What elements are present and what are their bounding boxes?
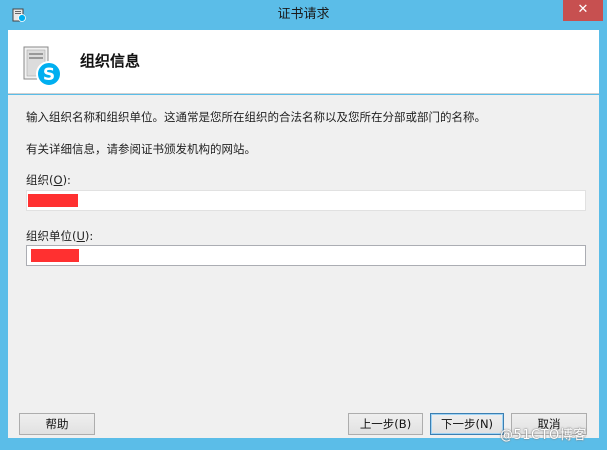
wizard-content: 输入组织名称和组织单位。这通常是您所在组织的合法名称以及您所在分部或部门的名称。… (8, 95, 599, 438)
organization-field[interactable] (26, 190, 586, 211)
next-button[interactable]: 下一步(N) (430, 413, 504, 435)
organization-label: 组织(O): (26, 173, 71, 187)
redaction-mark (28, 194, 78, 207)
skype-certificate-icon: S (23, 46, 62, 87)
redaction-mark (31, 249, 79, 262)
certificate-request-dialog: 证书请求 ✕ S 组织信息 输入组织名称和组织单位。这通常是您所在组织的合法名称… (0, 0, 607, 450)
organization-input[interactable] (27, 191, 585, 210)
help-button[interactable]: 帮助 (19, 413, 95, 435)
page-title: 组织信息 (80, 52, 141, 70)
wizard-header: S 组织信息 (8, 30, 599, 94)
close-button[interactable]: ✕ (563, 0, 603, 21)
svg-text:S: S (43, 65, 55, 85)
organization-unit-input[interactable] (27, 246, 585, 265)
title-bar[interactable]: 证书请求 ✕ (0, 0, 607, 30)
organization-unit-label: 组织单位(U): (26, 229, 94, 243)
watermark: @51CTO博客 (500, 428, 587, 443)
more-info-text: 有关详细信息，请参阅证书颁发机构的网站。 (26, 142, 256, 156)
organization-unit-field[interactable] (26, 245, 586, 266)
description-text: 输入组织名称和组织单位。这通常是您所在组织的合法名称以及您所在分部或部门的名称。 (26, 110, 486, 124)
previous-button[interactable]: 上一步(B) (348, 413, 423, 435)
window-title: 证书请求 (277, 7, 330, 22)
